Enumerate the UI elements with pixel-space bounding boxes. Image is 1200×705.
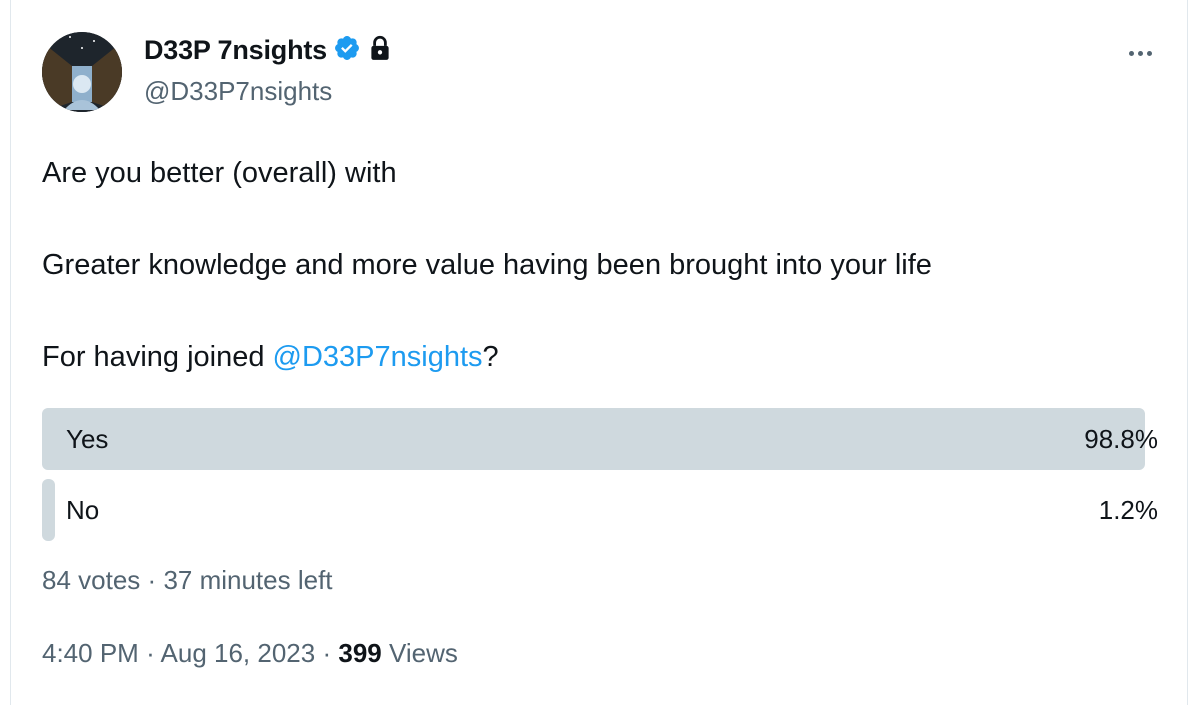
more-horizontal-icon[interactable] — [1120, 38, 1160, 68]
author-display-name[interactable]: D33P 7nsights — [144, 35, 327, 66]
tweet-line-1: Are you better (overall) with — [42, 157, 397, 189]
tweet-date[interactable]: Aug 16, 2023 — [161, 638, 316, 668]
tweet-timestamp: 4:40 PM · Aug 16, 2023 · 399 Views — [42, 638, 458, 669]
poll-option-label: No — [66, 495, 100, 525]
tweet-line-3: For having joined @D33P7nsights? — [42, 334, 1152, 380]
tweet-line-3-suffix: ? — [482, 341, 499, 373]
poll-option-label: Yes — [66, 424, 109, 454]
views-label: Views — [389, 638, 458, 668]
lock-icon — [367, 34, 393, 67]
tweet-line-2: Greater knowledge and more value having … — [42, 249, 932, 281]
poll-bar-yes — [42, 408, 1145, 470]
poll-meta-separator: · — [147, 565, 157, 595]
timestamp-separator: · — [146, 638, 155, 668]
poll-meta: 84 votes · 37 minutes left — [42, 565, 333, 596]
author-name-row: D33P 7nsights — [144, 34, 393, 67]
poll-time-left: 37 minutes left — [163, 565, 333, 595]
poll-option-yes: Yes 98.8% — [42, 408, 1158, 470]
verified-badge-icon — [333, 34, 361, 67]
timestamp-separator-2: · — [322, 638, 332, 668]
poll-votes: 84 votes — [42, 565, 141, 595]
views-count: 399 — [338, 638, 382, 668]
author-handle[interactable]: @D33P7nsights — [144, 76, 332, 107]
mention-link[interactable]: @D33P7nsights — [273, 341, 483, 373]
poll-option-no: No 1.2% — [42, 479, 1158, 541]
poll-bar-no — [42, 479, 56, 541]
avatar-image — [42, 32, 122, 112]
poll-option-percent: 1.2% — [1098, 495, 1158, 525]
tweet-text: Are you better (overall) with Greater kn… — [42, 150, 1152, 380]
poll-option-percent: 98.8% — [1084, 424, 1158, 454]
avatar[interactable] — [42, 32, 122, 112]
tweet-line-3-prefix: For having joined — [42, 341, 273, 373]
tweet-time[interactable]: 4:40 PM — [42, 638, 139, 668]
